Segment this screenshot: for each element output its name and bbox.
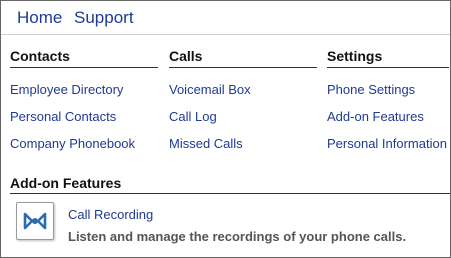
contacts-divider [10, 67, 158, 68]
nav-home-link[interactable]: Home [17, 8, 62, 28]
settings-divider [327, 67, 449, 68]
call-recording-glyph [23, 212, 47, 230]
top-navigation: Home Support [1, 1, 450, 35]
voicemail-box-link[interactable]: Voicemail Box [169, 82, 251, 98]
phone-settings-link[interactable]: Phone Settings [327, 82, 415, 98]
call-recording-link[interactable]: Call Recording [68, 207, 153, 223]
calls-header: Calls [169, 48, 203, 64]
addon-features-header: Add-on Features [10, 175, 122, 191]
personal-contacts-link[interactable]: Personal Contacts [10, 109, 116, 125]
company-phonebook-link[interactable]: Company Phonebook [10, 136, 135, 152]
calls-divider [169, 67, 317, 68]
call-recording-description: Listen and manage the recordings of your… [68, 229, 407, 244]
call-recording-icon[interactable] [16, 202, 54, 240]
nav-support-link[interactable]: Support [74, 8, 134, 28]
personal-information-link[interactable]: Personal Information [327, 136, 447, 152]
add-on-features-link[interactable]: Add-on Features [327, 109, 424, 125]
menu-panel: Home Support Contacts Employee Directory… [0, 0, 451, 258]
missed-calls-link[interactable]: Missed Calls [169, 136, 243, 152]
call-log-link[interactable]: Call Log [169, 109, 217, 125]
settings-header: Settings [327, 48, 383, 64]
addon-features-divider [10, 193, 450, 194]
contacts-header: Contacts [10, 48, 70, 64]
employee-directory-link[interactable]: Employee Directory [10, 82, 123, 98]
